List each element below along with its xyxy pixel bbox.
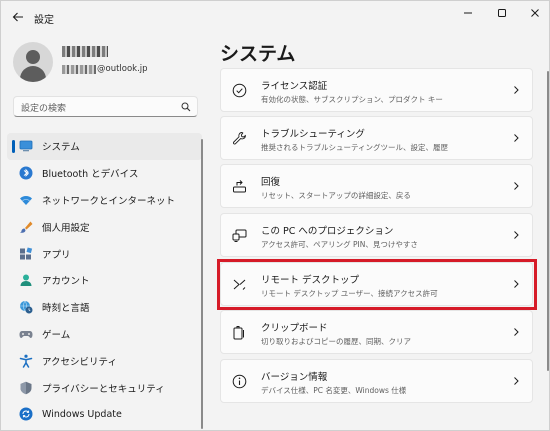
info-icon bbox=[231, 373, 248, 390]
sidebar-scrollbar[interactable] bbox=[201, 139, 203, 429]
selection-indicator bbox=[12, 140, 15, 153]
wrench-icon bbox=[231, 130, 248, 147]
card-title: トラブルシューティング bbox=[261, 129, 365, 140]
sidebar-item-label: プライバシーとセキュリティ bbox=[42, 383, 165, 395]
email-domain: @outlook.jp bbox=[97, 64, 148, 74]
chevron-right-icon bbox=[514, 328, 519, 336]
sidebar-item-network[interactable]: ネットワークとインターネット bbox=[7, 187, 202, 214]
card-subtitle: 有効化の状態、サブスクリプション、プロダクト キー bbox=[261, 95, 443, 104]
sidebar-item-label: アクセシビリティ bbox=[42, 356, 117, 368]
search-input[interactable]: 設定の検索 bbox=[13, 96, 198, 117]
clipboard-icon bbox=[231, 324, 248, 341]
app-title: 設定 bbox=[34, 15, 54, 26]
sidebar-item-label: ネットワークとインターネット bbox=[42, 195, 176, 207]
sidebar-item-label: 個人用設定 bbox=[42, 222, 90, 234]
sidebar-nav: システム Bluetooth とデバイス ネットワークとインターネット 個人用設… bbox=[7, 133, 202, 428]
check-circle-icon bbox=[231, 82, 248, 99]
sidebar-item-gaming[interactable]: ゲーム bbox=[7, 321, 202, 348]
sidebar-item-label: ゲーム bbox=[42, 329, 71, 341]
chevron-right-icon bbox=[514, 377, 519, 385]
card-title: 回復 bbox=[261, 177, 281, 188]
card-about[interactable]: バージョン情報 デバイス仕様、PC 名変更、Windows 仕様 bbox=[220, 359, 533, 403]
projection-icon bbox=[231, 227, 248, 244]
minimize-button[interactable] bbox=[451, 1, 485, 25]
chevron-right-icon bbox=[514, 86, 519, 94]
bluetooth-icon bbox=[18, 165, 34, 181]
sidebar-item-privacy[interactable]: プライバシーとセキュリティ bbox=[7, 374, 202, 401]
monitor-icon bbox=[18, 138, 34, 154]
sidebar-item-personalization[interactable]: 個人用設定 bbox=[7, 213, 202, 240]
avatar[interactable] bbox=[13, 42, 53, 82]
sidebar-item-label: アプリ bbox=[42, 249, 71, 261]
sidebar-item-label: アカウント bbox=[42, 276, 90, 288]
remote-desktop-highlight bbox=[217, 259, 537, 310]
sidebar-item-windows-update[interactable]: Windows Update bbox=[7, 401, 202, 428]
wifi-icon bbox=[18, 192, 34, 208]
apps-icon bbox=[18, 246, 34, 262]
shield-icon bbox=[18, 380, 34, 396]
search-placeholder: 設定の検索 bbox=[21, 104, 67, 114]
settings-window: 設定 @outlook.jp 設定の検索 システム Bluetooth とデバイ… bbox=[0, 0, 550, 431]
globe-clock-icon bbox=[18, 299, 34, 315]
sidebar-item-label: Windows Update bbox=[42, 408, 122, 420]
sidebar-item-accounts[interactable]: アカウント bbox=[7, 267, 202, 294]
back-arrow-icon bbox=[12, 12, 23, 22]
close-icon bbox=[531, 9, 539, 17]
sidebar-item-label: Bluetooth とデバイス bbox=[42, 169, 139, 181]
card-title: クリップボード bbox=[261, 323, 328, 334]
card-title: バージョン情報 bbox=[261, 372, 328, 383]
card-subtitle: アクセス許可、ペアリング PIN、見つけやすさ bbox=[261, 240, 418, 249]
chevron-right-icon bbox=[514, 231, 519, 239]
card-troubleshoot[interactable]: トラブルシューティング 推奨されるトラブルシューティングツール、設定、履歴 bbox=[220, 116, 533, 160]
card-subtitle: デバイス仕様、PC 名変更、Windows 仕様 bbox=[261, 386, 407, 395]
brush-icon bbox=[18, 219, 34, 235]
chevron-right-icon bbox=[514, 182, 519, 190]
sidebar-item-apps[interactable]: アプリ bbox=[7, 240, 202, 267]
minimize-icon bbox=[464, 12, 472, 14]
card-title: この PC へのプロジェクション bbox=[261, 226, 394, 237]
back-button[interactable] bbox=[7, 7, 29, 27]
recovery-icon bbox=[231, 178, 248, 195]
title-bar: 設定 bbox=[1, 1, 549, 33]
card-recovery[interactable]: 回復 リセット、スタートアップの詳細設定、戻る bbox=[220, 164, 533, 208]
sidebar-item-time-language[interactable]: 時刻と言語 bbox=[7, 294, 202, 321]
email-redacted bbox=[62, 64, 96, 74]
card-subtitle: 推奨されるトラブルシューティングツール、設定、履歴 bbox=[261, 143, 449, 152]
card-clipboard[interactable]: クリップボード 切り取りおよびコピーの履歴、同期、クリア bbox=[220, 310, 533, 354]
sidebar-item-system[interactable]: システム bbox=[7, 133, 202, 160]
search-icon bbox=[181, 102, 191, 112]
card-projection[interactable]: この PC へのプロジェクション アクセス許可、ペアリング PIN、見つけやすさ bbox=[220, 213, 533, 257]
maximize-button[interactable] bbox=[485, 1, 519, 25]
card-activation[interactable]: ライセンス認証 有効化の状態、サブスクリプション、プロダクト キー bbox=[220, 68, 533, 112]
profile-email: @outlook.jp bbox=[62, 63, 148, 75]
card-subtitle: リセット、スタートアップの詳細設定、戻る bbox=[261, 191, 411, 200]
chevron-right-icon bbox=[514, 134, 519, 142]
sidebar-item-label: システム bbox=[42, 142, 80, 154]
sidebar-item-label: 時刻と言語 bbox=[42, 303, 90, 315]
card-subtitle: 切り取りおよびコピーの履歴、同期、クリア bbox=[261, 337, 411, 346]
profile-name-redacted bbox=[62, 46, 108, 57]
accessibility-icon bbox=[18, 353, 34, 369]
main-scrollbar[interactable] bbox=[547, 71, 549, 371]
sidebar-item-accessibility[interactable]: アクセシビリティ bbox=[7, 347, 202, 374]
maximize-icon bbox=[498, 9, 506, 17]
card-title: ライセンス認証 bbox=[261, 81, 328, 92]
gamepad-icon bbox=[18, 326, 34, 342]
page-title: システム bbox=[220, 43, 296, 65]
person-icon bbox=[18, 272, 34, 288]
sidebar-item-bluetooth[interactable]: Bluetooth とデバイス bbox=[7, 160, 202, 187]
close-button[interactable] bbox=[518, 1, 549, 25]
update-icon bbox=[18, 406, 34, 422]
